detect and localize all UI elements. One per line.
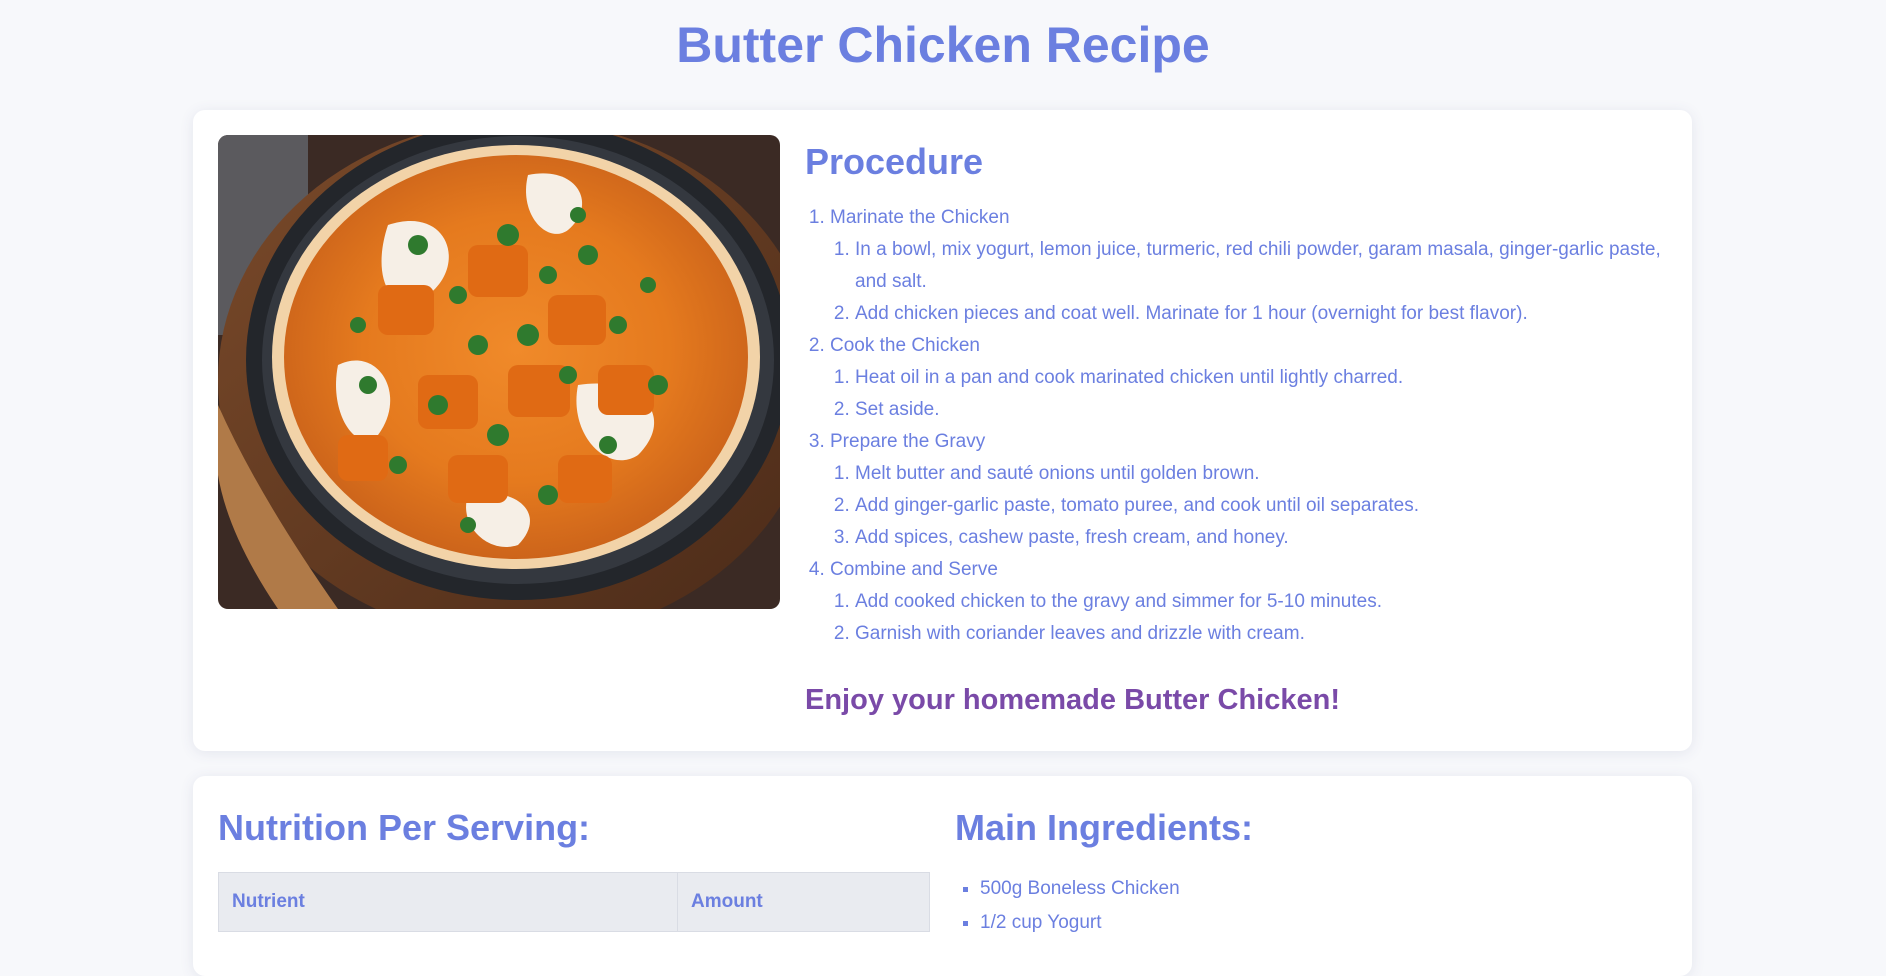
butter-chicken-photo — [218, 135, 780, 609]
closing-message: Enjoy your homemade Butter Chicken! — [805, 684, 1340, 716]
nutrition-section: Nutrition Per Serving: Nutrient Amount — [218, 806, 930, 932]
ingredient-list: 500g Boneless Chicken 1/2 cup Yogurt — [955, 872, 1655, 940]
substep-list: Melt butter and sauté onions until golde… — [830, 458, 1665, 554]
ingredients-heading: Main Ingredients: — [955, 807, 1254, 848]
ingredients-section: Main Ingredients: 500g Boneless Chicken … — [955, 806, 1655, 940]
step-title: Prepare the Gravy — [830, 431, 986, 452]
nutrition-table: Nutrient Amount — [218, 872, 930, 932]
substep-item: In a bowl, mix yogurt, lemon juice, turm… — [855, 234, 1665, 298]
step-item: Combine and Serve Add cooked chicken to … — [830, 554, 1665, 650]
procedure-section: Procedure Marinate the Chicken In a bowl… — [805, 140, 1665, 650]
step-item: Marinate the Chicken In a bowl, mix yogu… — [830, 202, 1665, 330]
substep-item: Melt butter and sauté onions until golde… — [855, 458, 1665, 490]
substep-list: In a bowl, mix yogurt, lemon juice, turm… — [830, 234, 1665, 330]
step-item: Cook the Chicken Heat oil in a pan and c… — [830, 330, 1665, 426]
substep-item: Add cooked chicken to the gravy and simm… — [855, 586, 1665, 618]
column-header-amount: Amount — [677, 872, 930, 932]
substep-list: Add cooked chicken to the gravy and simm… — [830, 586, 1665, 650]
table-header-row: Nutrient Amount — [218, 872, 930, 932]
procedure-heading: Procedure — [805, 141, 984, 182]
list-item: 1/2 cup Yogurt — [980, 906, 1655, 940]
step-title: Combine and Serve — [830, 559, 998, 580]
substep-item: Set aside. — [855, 394, 1665, 426]
column-header-nutrient: Nutrient — [218, 872, 678, 932]
nutrition-ingredients-card: Nutrition Per Serving: Nutrient Amount M… — [193, 776, 1692, 976]
step-item: Prepare the Gravy Melt butter and sauté … — [830, 426, 1665, 554]
list-item: 500g Boneless Chicken — [980, 872, 1655, 906]
recipe-card: Procedure Marinate the Chicken In a bowl… — [193, 110, 1692, 751]
substep-item: Add chicken pieces and coat well. Marina… — [855, 298, 1665, 330]
substep-list: Heat oil in a pan and cook marinated chi… — [830, 362, 1665, 426]
procedure-steps: Marinate the Chicken In a bowl, mix yogu… — [805, 202, 1665, 650]
substep-item: Heat oil in a pan and cook marinated chi… — [855, 362, 1665, 394]
nutrition-heading: Nutrition Per Serving: — [218, 807, 591, 848]
page-title: Butter Chicken Recipe — [676, 17, 1210, 73]
step-title: Marinate the Chicken — [830, 207, 1010, 228]
substep-item: Add spices, cashew paste, fresh cream, a… — [855, 522, 1665, 554]
substep-item: Garnish with coriander leaves and drizzl… — [855, 618, 1665, 650]
step-title: Cook the Chicken — [830, 335, 980, 356]
substep-item: Add ginger-garlic paste, tomato puree, a… — [855, 490, 1665, 522]
